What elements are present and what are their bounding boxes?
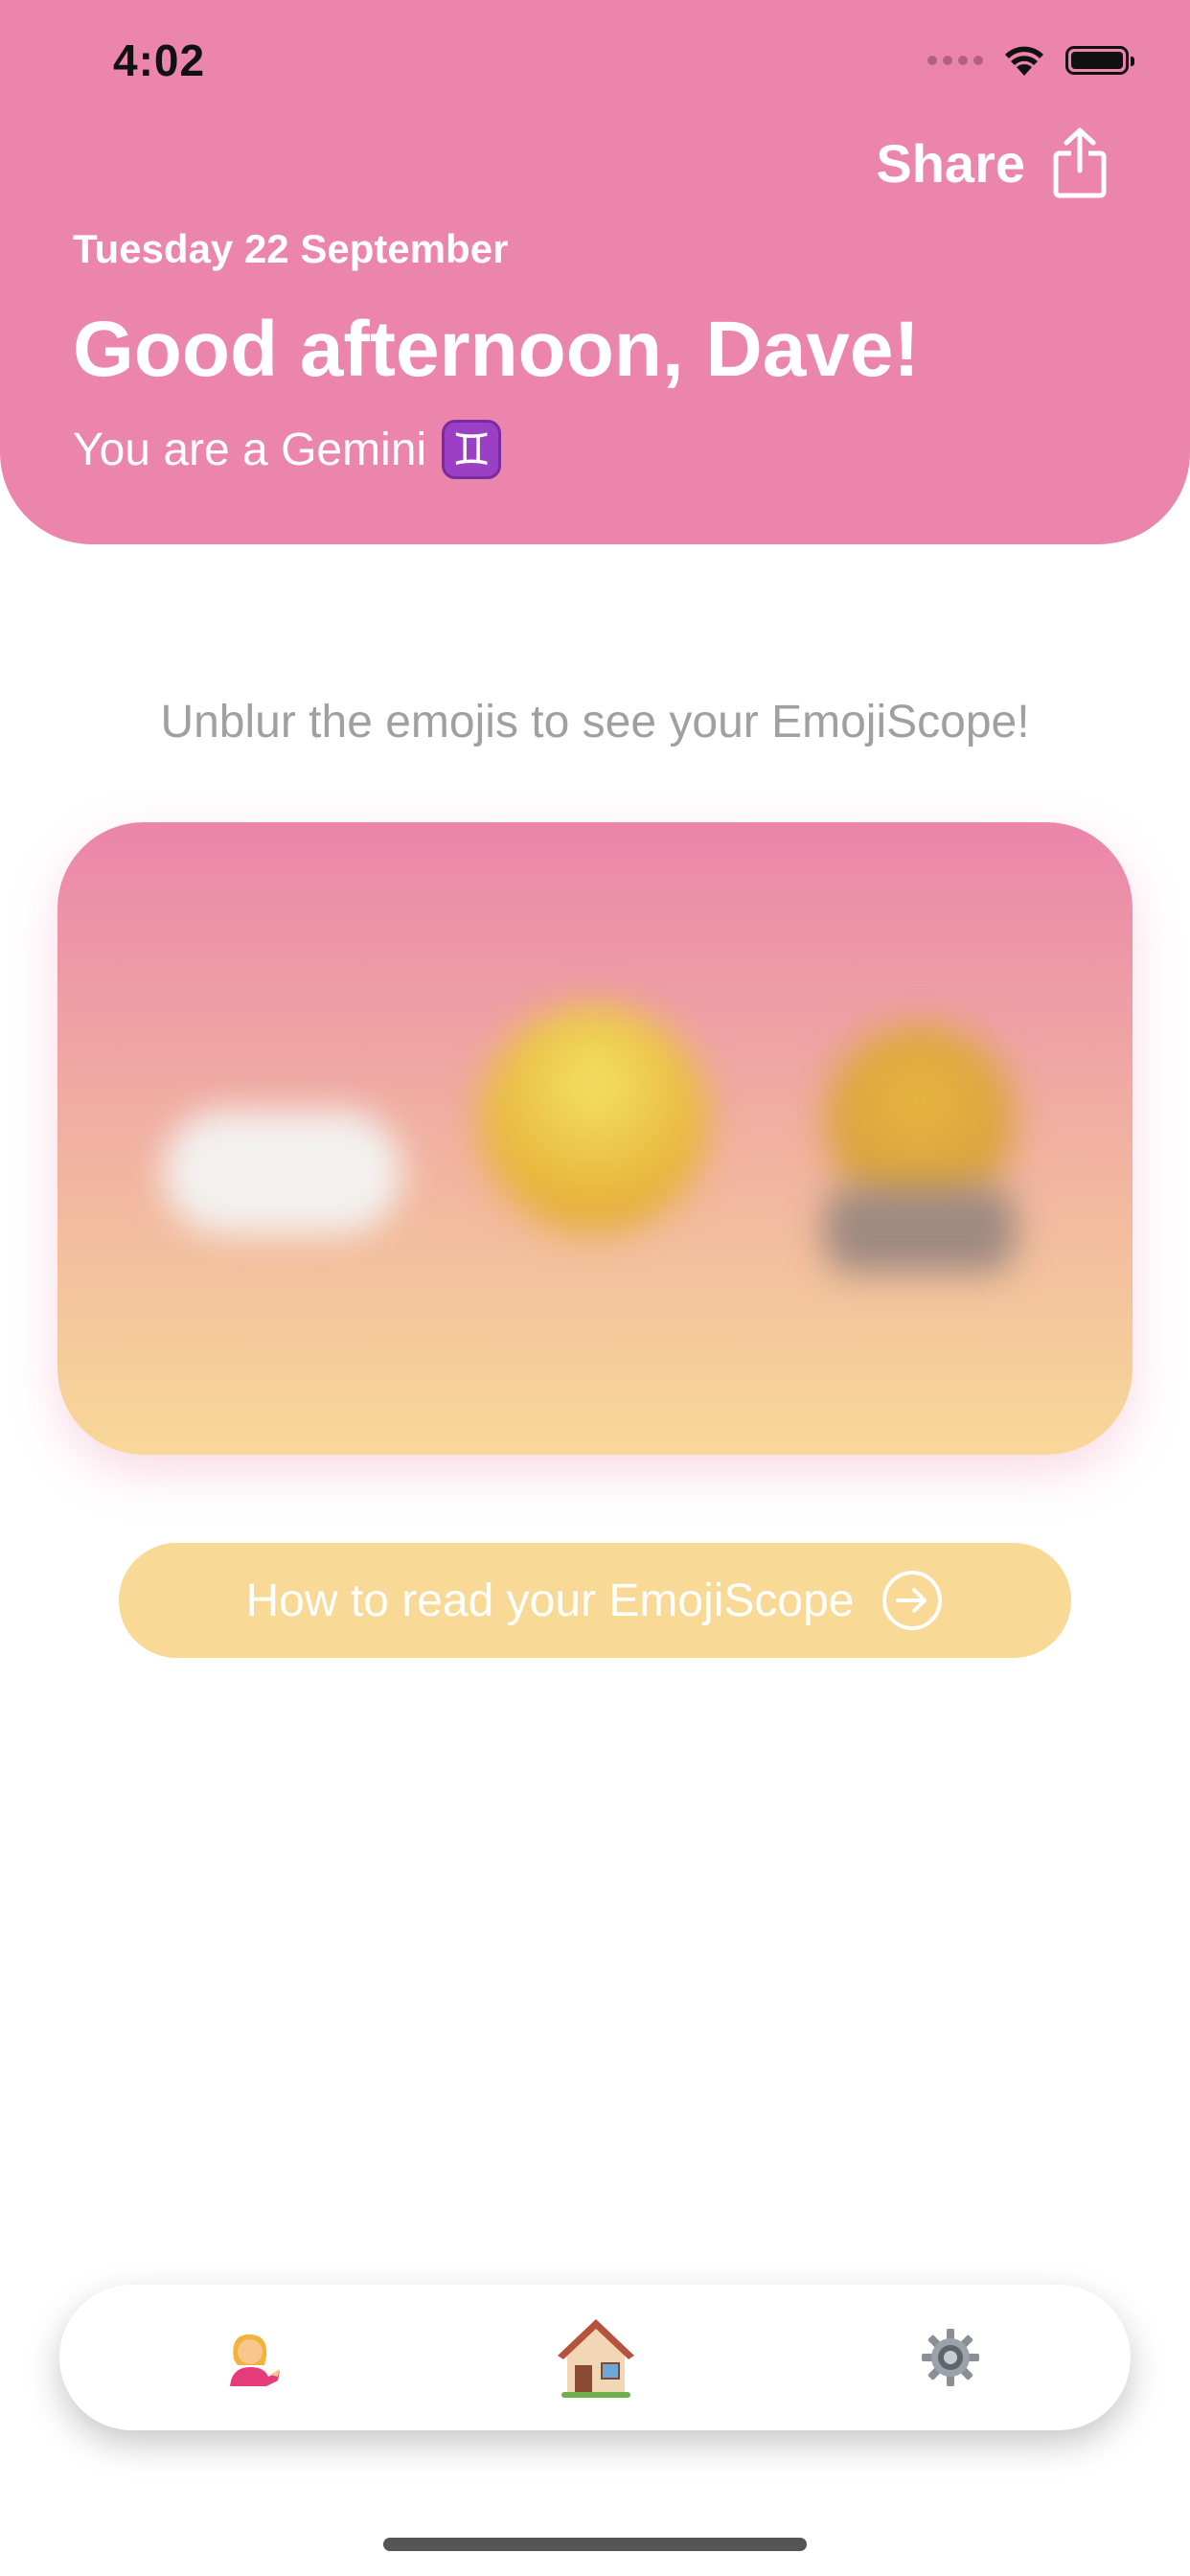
gemini-icon: ♊	[442, 420, 502, 479]
wifi-icon	[1005, 46, 1043, 76]
tab-bar	[59, 2285, 1131, 2430]
date-label: Tuesday 22 September	[73, 226, 509, 271]
arrow-circle-right-icon	[882, 1571, 943, 1630]
cellular-signal-icon	[927, 56, 983, 65]
gear-icon	[922, 2329, 979, 2386]
status-time: 4:02	[113, 35, 206, 85]
how-to-read-label: How to read your EmojiScope	[245, 1575, 855, 1626]
zodiac-text: You are a Gemini	[73, 424, 427, 475]
share-icon	[1053, 127, 1107, 198]
person-tipping-hand-icon	[230, 2334, 280, 2386]
how-to-read-button[interactable]: How to read your EmojiScope	[119, 1543, 1071, 1658]
zodiac-line: You are a Gemini ♊	[73, 420, 502, 479]
blurred-emoji-card[interactable]	[57, 822, 1133, 1455]
status-indicators	[927, 44, 1134, 77]
header: 4:02 Share Tuesday 22 September Good aft…	[0, 0, 1190, 544]
share-label: Share	[876, 132, 1025, 194]
blurred-cloud-icon	[163, 1110, 402, 1234]
house-icon	[558, 2319, 634, 2398]
blurred-person-body	[824, 1186, 1016, 1273]
blurred-sun-face-icon	[479, 1004, 709, 1234]
tab-profile[interactable]	[203, 2285, 299, 2430]
share-button[interactable]: Share	[876, 126, 1108, 199]
greeting-title: Good afternoon, Dave!	[73, 306, 920, 393]
tab-settings[interactable]	[903, 2285, 998, 2430]
home-indicator[interactable]	[383, 2538, 807, 2551]
tab-home[interactable]	[548, 2285, 644, 2430]
instruction-text: Unblur the emojis to see your EmojiScope…	[160, 697, 1030, 748]
battery-icon	[1065, 46, 1134, 75]
